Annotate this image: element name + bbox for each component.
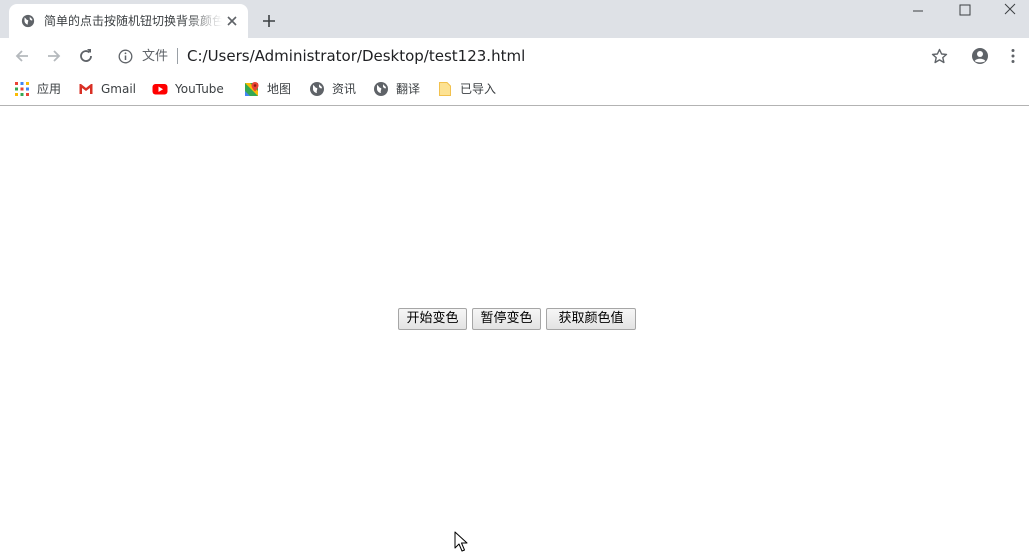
pause-color-change-button[interactable]: 暂停变色	[472, 308, 541, 330]
bookmark-label: Gmail	[101, 82, 137, 96]
bookmark-label: 翻译	[396, 82, 421, 96]
scheme-label: 文件	[142, 49, 169, 64]
bookmark-label: 应用	[37, 82, 62, 96]
apps-grid-icon	[15, 82, 29, 96]
omnibox-divider	[177, 48, 178, 64]
browser-window: 简单的点击按随机钮切换背景颜色 文件 C:/Users/Administrato…	[0, 0, 1029, 554]
maps-icon	[245, 82, 259, 96]
maximize-icon[interactable]	[956, 2, 974, 18]
bookmark-label: YouTube	[175, 82, 224, 96]
globe-icon	[21, 14, 35, 28]
globe-icon	[374, 82, 388, 96]
folder-icon	[439, 82, 451, 96]
gmail-icon	[79, 84, 93, 94]
bookmark-label: 资讯	[332, 82, 357, 96]
tab-title: 简单的点击按随机钮切换背景颜色	[44, 14, 222, 28]
back-arrow-icon[interactable]	[13, 47, 31, 65]
forward-arrow-icon[interactable]	[45, 47, 63, 65]
bookmark-label: 已导入	[460, 82, 497, 96]
reload-icon[interactable]	[77, 47, 95, 65]
bookmark-label: 地图	[267, 82, 292, 96]
url-text[interactable]: C:/Users/Administrator/Desktop/test123.h…	[187, 47, 525, 65]
close-icon[interactable]	[226, 15, 238, 27]
start-color-change-button[interactable]: 开始变色	[398, 308, 467, 330]
more-menu-icon[interactable]	[1010, 48, 1016, 64]
address-bar[interactable]: 文件 C:/Users/Administrator/Desktop/test12…	[108, 42, 918, 70]
minimize-icon[interactable]	[909, 2, 927, 18]
profile-icon[interactable]	[971, 47, 989, 65]
toolbar: 文件 C:/Users/Administrator/Desktop/test12…	[0, 38, 1029, 75]
new-tab-icon[interactable]	[261, 13, 277, 29]
window-close-icon[interactable]	[1001, 2, 1019, 18]
bookmarks-bar: 应用 Gmail YouTube 地图 资讯 翻译 已导入	[0, 75, 1029, 106]
tab-active[interactable]: 简单的点击按随机钮切换背景颜色	[9, 4, 248, 38]
youtube-icon	[152, 84, 168, 95]
star-icon[interactable]	[931, 48, 948, 65]
page-content: 开始变色 暂停变色 获取颜色值	[0, 107, 1029, 554]
tab-strip: 简单的点击按随机钮切换背景颜色	[0, 0, 1029, 38]
globe-icon	[310, 82, 324, 96]
mouse-cursor-icon	[454, 531, 468, 552]
info-icon[interactable]	[118, 49, 133, 64]
get-color-value-button[interactable]: 获取颜色值	[546, 308, 636, 330]
